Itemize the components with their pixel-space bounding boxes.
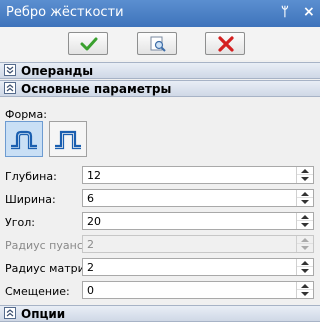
spin-up-icon [297, 236, 313, 244]
spin-down-icon[interactable] [297, 267, 313, 275]
die-radius-stepper[interactable] [82, 258, 314, 276]
shape-label: Форма: [5, 108, 47, 121]
depth-input[interactable] [83, 167, 297, 183]
spin-down-icon[interactable] [297, 221, 313, 229]
spin-up-icon[interactable] [297, 167, 313, 175]
spin-up-icon[interactable] [297, 282, 313, 290]
title-bar: Ребро жёсткости ᛘ × [0, 0, 320, 27]
window-title: Ребро жёсткости [6, 5, 124, 20]
angle-stepper[interactable] [82, 212, 314, 230]
toolbar [0, 27, 320, 60]
section-operands[interactable]: Операнды [0, 62, 320, 79]
die-radius-input[interactable] [83, 259, 297, 275]
depth-stepper[interactable] [82, 166, 314, 184]
offset-label: Смещение: [5, 285, 70, 298]
width-label: Ширина: [5, 193, 56, 206]
chevron-up-icon[interactable] [4, 82, 16, 94]
shape-square-button[interactable] [49, 121, 87, 157]
pin-icon[interactable]: ᛘ [281, 5, 289, 20]
punch-radius-stepper [82, 235, 314, 253]
chevron-up-icon[interactable] [4, 307, 16, 319]
spin-up-icon[interactable] [297, 213, 313, 221]
section-main-params-label: Основные параметры [21, 82, 172, 96]
spin-up-icon[interactable] [297, 190, 313, 198]
section-main-params[interactable]: Основные параметры [0, 80, 320, 97]
offset-stepper[interactable] [82, 281, 314, 299]
spin-down-icon[interactable] [297, 198, 313, 206]
checkmark-icon [80, 37, 98, 51]
shape-rounded-button[interactable] [5, 121, 43, 157]
spin-down-icon[interactable] [297, 175, 313, 183]
preview-button[interactable] [137, 32, 177, 55]
angle-input[interactable] [83, 213, 297, 229]
chevron-down-icon[interactable] [4, 64, 16, 76]
section-operands-label: Операнды [21, 64, 94, 78]
spin-down-icon [297, 244, 313, 252]
depth-label: Глубина: [5, 170, 57, 183]
square-profile-icon [55, 130, 81, 150]
spin-up-icon[interactable] [297, 259, 313, 267]
section-options-label: Опции [21, 307, 66, 321]
punch-radius-input [83, 236, 297, 252]
close-icon[interactable]: × [303, 4, 315, 20]
section-options[interactable]: Опции [0, 305, 320, 322]
cancel-button[interactable] [205, 32, 245, 55]
spin-down-icon[interactable] [297, 290, 313, 298]
offset-input[interactable] [83, 282, 297, 298]
angle-label: Угол: [5, 216, 35, 229]
ok-button[interactable] [68, 32, 108, 55]
preview-icon [150, 36, 166, 52]
width-input[interactable] [83, 190, 297, 206]
red-x-icon [218, 36, 234, 52]
width-stepper[interactable] [82, 189, 314, 207]
rounded-profile-icon [11, 130, 37, 150]
